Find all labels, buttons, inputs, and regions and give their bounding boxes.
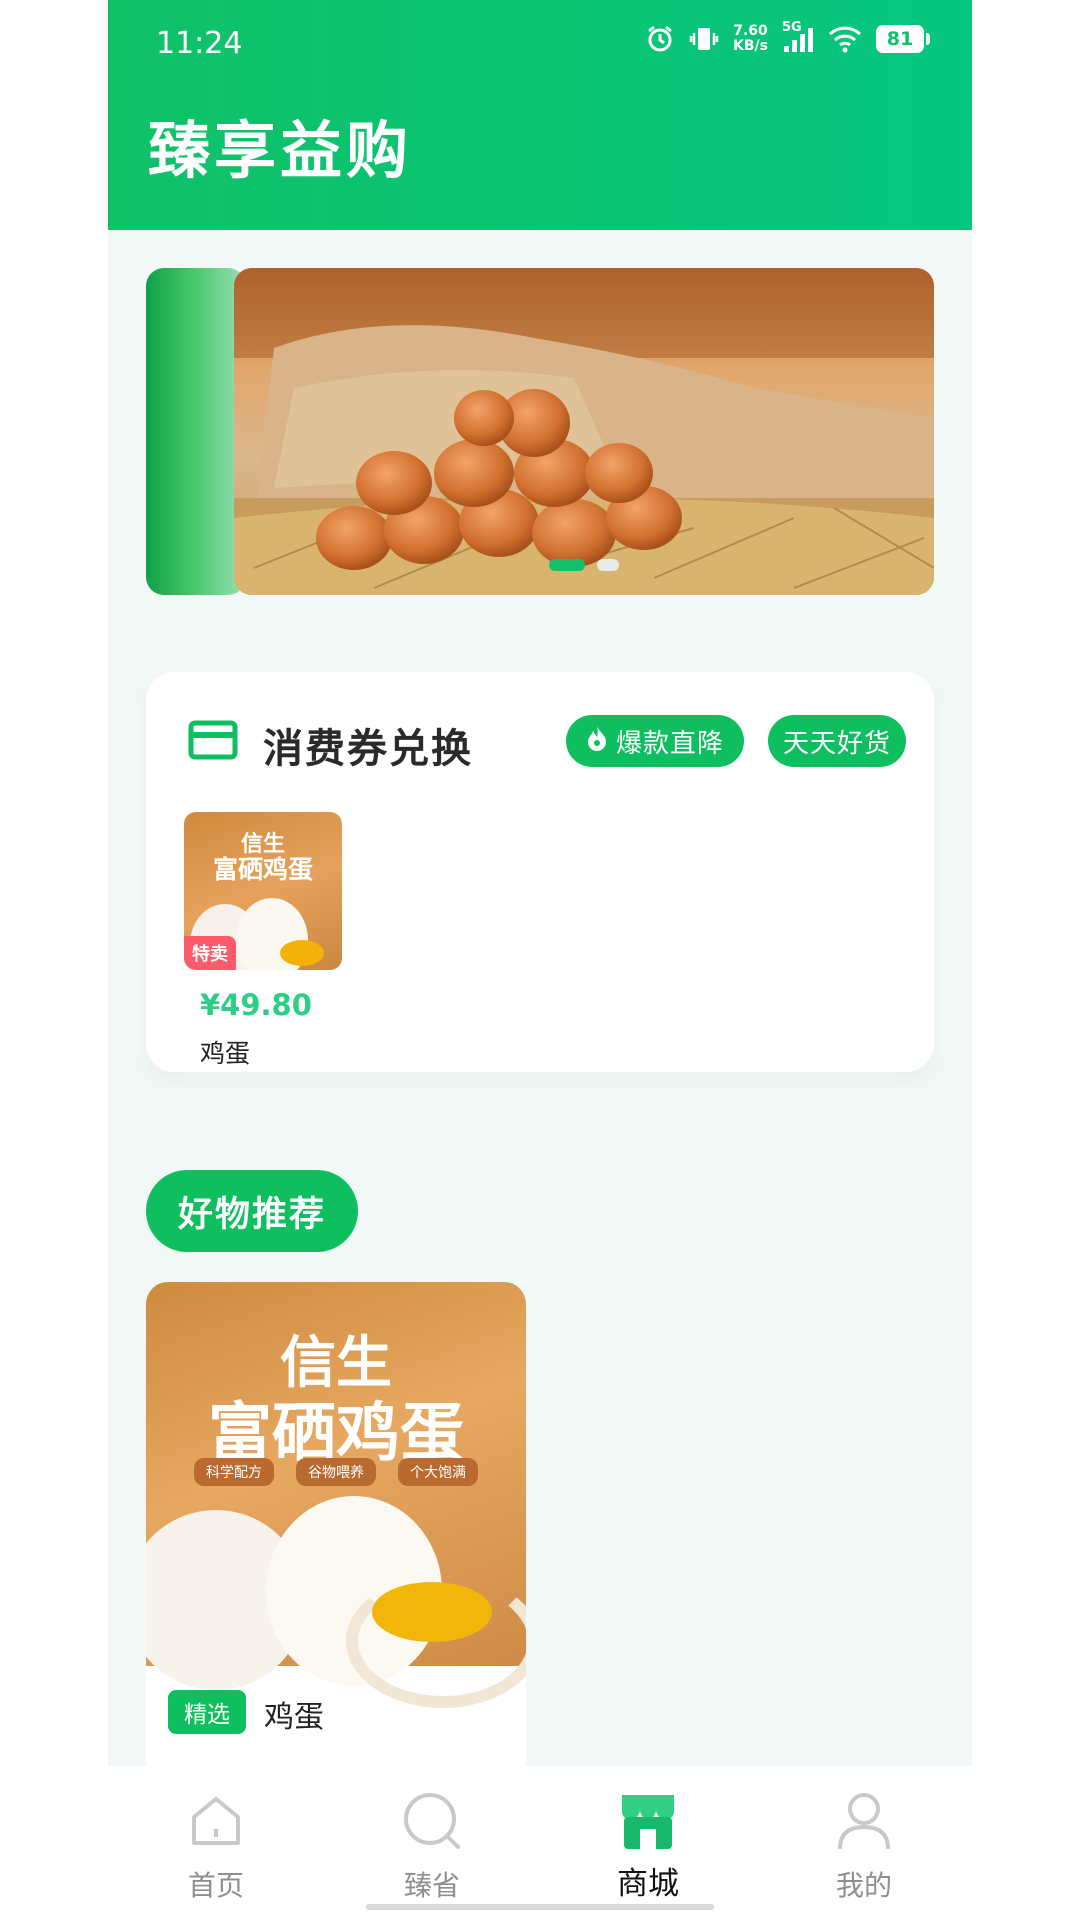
feature-chip: 个大饱满 [398, 1458, 478, 1486]
product-name: 鸡蛋 [264, 1700, 324, 1735]
home-indicator[interactable] [366, 1904, 714, 1910]
user-icon [834, 1786, 894, 1856]
featured-badge: 精选 [168, 1690, 246, 1734]
yolk-graphic [280, 940, 324, 966]
product-image-title: 富硒鸡蛋 [212, 855, 313, 884]
search-icon [400, 1786, 464, 1856]
feature-chip: 谷物喂养 [296, 1458, 376, 1486]
product-price: ¥49.80 [200, 988, 312, 1022]
nav-label-save: 臻省 [403, 1869, 460, 1902]
carousel-dots [234, 559, 934, 571]
phone-screen: 11:24 7.60 KB/s 5G 81 臻享益购 消费券兑换 爆款直降 天天… [108, 0, 972, 1920]
yolk-graphic [372, 1582, 492, 1642]
status-time: 11:24 [156, 26, 243, 61]
banner-previous-slide[interactable] [146, 268, 246, 595]
nav-label-home: 首页 [187, 1869, 244, 1902]
recommend-section-title: 好物推荐 [146, 1170, 358, 1252]
recommend-product-card[interactable]: 信生 富硒鸡蛋 科学配方 谷物喂养 个大饱满 精选 鸡蛋 [146, 1282, 526, 1782]
vibrate-icon [689, 24, 719, 54]
product-name[interactable]: 鸡蛋 [200, 1034, 250, 1070]
app-header: 11:24 7.60 KB/s 5G 81 臻享益购 [108, 0, 972, 230]
nav-label-profile: 我的 [835, 1869, 892, 1902]
network-type: 5G [782, 20, 802, 35]
nav-label-mall: 商城 [617, 1866, 679, 1902]
hot-deals-label: 爆款直降 [615, 728, 724, 759]
wifi-icon [828, 25, 862, 53]
alarm-icon [645, 24, 675, 54]
battery-indicator: 81 [876, 25, 930, 53]
signal-icon: 5G [782, 20, 814, 54]
product-feature-chips: 科学配方 谷物喂养 个大饱满 [146, 1458, 526, 1486]
coupon-exchange-title: 消费券兑换 [263, 726, 473, 772]
net-speed: 7.60 KB/s [733, 24, 768, 54]
store-icon [616, 1786, 680, 1856]
coupon-product-image[interactable]: 信生 富硒鸡蛋 特卖 [184, 812, 342, 970]
home-icon [186, 1786, 246, 1856]
net-speed-value: 7.60 [733, 23, 768, 39]
eggs-banner-image [234, 268, 934, 595]
feature-chip: 科学配方 [194, 1458, 274, 1486]
coupon-exchange-card: 消费券兑换 爆款直降 天天好货 信生 富硒鸡蛋 特卖 ¥49.80 鸡蛋 [146, 672, 934, 1072]
recommend-product-image: 信生 富硒鸡蛋 科学配方 谷物喂养 个大饱满 [146, 1282, 526, 1708]
status-icons: 7.60 KB/s 5G 81 [645, 20, 930, 54]
nav-item-home[interactable]: 首页 [108, 1766, 324, 1920]
nav-item-profile[interactable]: 我的 [756, 1766, 972, 1920]
banner-carousel[interactable] [234, 268, 934, 595]
app-title: 臻享益购 [148, 114, 413, 187]
nav-item-save[interactable]: 臻省 [324, 1766, 540, 1920]
card-icon [188, 720, 238, 764]
hot-deals-button[interactable]: 爆款直降 [566, 715, 744, 767]
sale-badge: 特卖 [184, 936, 236, 970]
flame-icon [586, 725, 608, 758]
daily-goods-button[interactable]: 天天好货 [768, 715, 906, 767]
bottom-nav: 首页 臻省 商城 我的 [108, 1766, 972, 1920]
nav-item-mall[interactable]: 商城 [540, 1766, 756, 1920]
carousel-dot[interactable] [597, 559, 619, 571]
net-speed-unit: KB/s [733, 38, 768, 54]
carousel-dot-active[interactable] [549, 559, 585, 571]
